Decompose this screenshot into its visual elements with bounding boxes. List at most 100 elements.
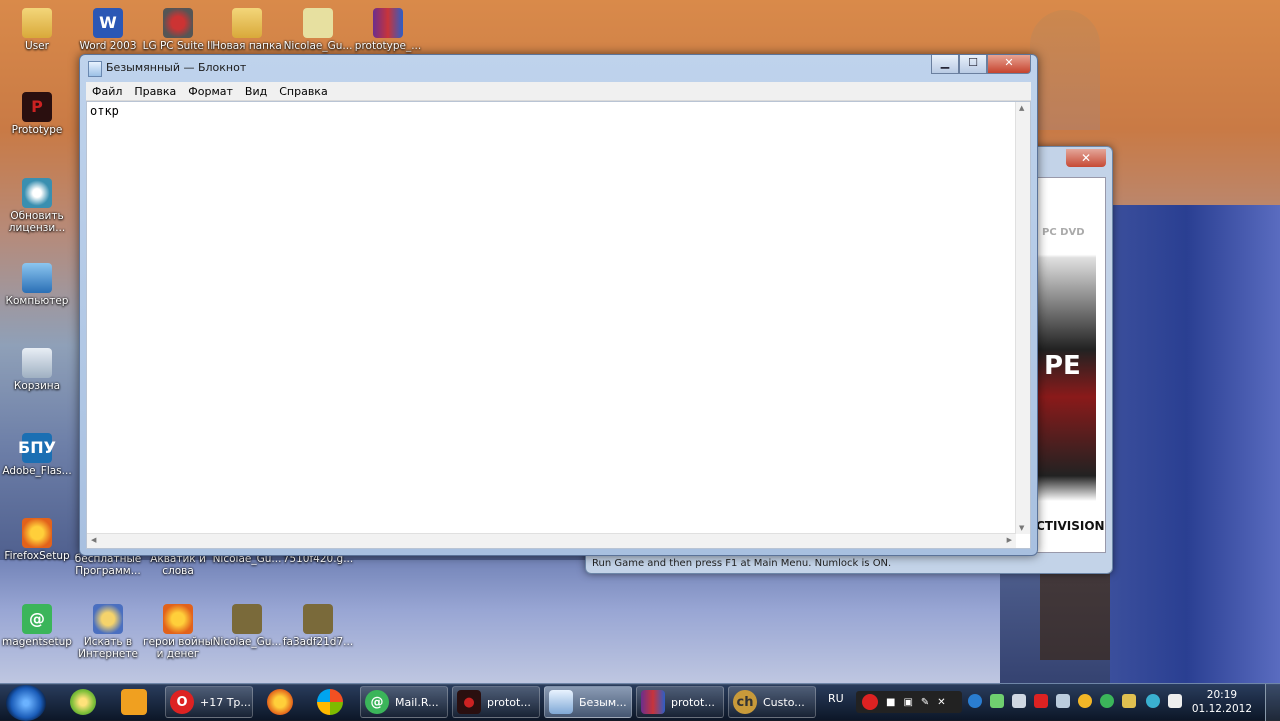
stop-icon[interactable]: ■ <box>886 697 895 708</box>
firefox-setup-icon <box>22 518 52 548</box>
scroll-down-arrow-icon[interactable]: ▼ <box>1019 524 1024 532</box>
recycle-bin-icon <box>22 348 52 378</box>
scroll-left-arrow-icon[interactable]: ◀ <box>91 536 96 544</box>
desktop-icon-update-license[interactable]: Обновить лицензи... <box>1 178 73 234</box>
close-button[interactable]: ✕ <box>1066 149 1106 167</box>
pinned-media-player[interactable] <box>114 687 154 717</box>
desktop-icon-heroes-game[interactable]: герои войны и денег <box>142 604 214 660</box>
prototype-cover-image: PC DVD PE CTIVISION <box>1036 223 1105 539</box>
desktop-icon-prototype[interactable]: P Prototype <box>1 92 73 136</box>
desktop-icon-adobe-flash[interactable]: БПУ Adobe_Flas... <box>1 433 73 477</box>
volume-icon[interactable] <box>1012 694 1026 708</box>
mail-agent-icon: @ <box>22 604 52 634</box>
desktop-icon-nicolae-file[interactable]: Nicolae_Gu... <box>282 8 354 52</box>
window-title: Безымянный — Блокнот <box>106 61 247 74</box>
window-controls: ▁ ☐ ✕ <box>931 55 1031 74</box>
minimize-button[interactable]: ▁ <box>931 55 959 74</box>
desktop-icon-prototype-rar[interactable]: prototype_... <box>352 8 424 52</box>
language-indicator[interactable]: RU <box>828 692 844 705</box>
scroll-up-arrow-icon[interactable]: ▲ <box>1019 104 1024 112</box>
installer-status-text: Run Game and then press F1 at Main Menu.… <box>592 558 892 569</box>
desktop-icon-label: FirefoxSetup <box>4 550 70 562</box>
taskbar-button-label: Mail.R... <box>395 695 439 709</box>
desktop-icon-firefox-setup[interactable]: FirefoxSetup <box>1 518 73 562</box>
close-icon[interactable]: ✕ <box>937 697 945 708</box>
winrar-icon <box>641 690 665 714</box>
desktop-icon-lg-pc-suite[interactable]: LG PC Suite II <box>142 8 214 52</box>
pinned-windows-app[interactable] <box>310 687 350 717</box>
game-file-icon <box>232 604 262 634</box>
network-icon[interactable] <box>1056 694 1070 708</box>
mail-agent-icon: @ <box>365 690 389 714</box>
menu-view[interactable]: Вид <box>239 85 273 98</box>
start-button[interactable] <box>6 685 46 721</box>
notepad-window[interactable]: Безымянный — Блокнот ▁ ☐ ✕ Файл Правка Ф… <box>79 54 1038 556</box>
menu-edit[interactable]: Правка <box>128 85 182 98</box>
tray-shield-icon[interactable] <box>1122 694 1136 708</box>
editor-content: откр <box>90 104 119 118</box>
scroll-right-arrow-icon[interactable]: ▶ <box>1007 536 1012 544</box>
taskbar: O +17 Тр... @ Mail.R... ● protot... Безы… <box>0 683 1280 721</box>
license-update-icon <box>22 178 52 208</box>
desktop-icon-label: герои войны и денег <box>143 636 213 660</box>
desktop-icon-label: Новая папка <box>212 40 282 52</box>
pinned-firefox[interactable] <box>260 687 300 717</box>
horizontal-scrollbar[interactable]: ◀ ▶ <box>87 533 1016 548</box>
taskbar-button-label: +17 Тр... <box>200 695 251 709</box>
maximize-button[interactable]: ☐ <box>959 55 987 74</box>
desktop-icon-free-programs[interactable]: бесплатные Программ... <box>72 553 144 577</box>
desktop-icon-aquatic[interactable]: Акватик и слова <box>142 553 214 577</box>
taskbar-button-label: Custo... <box>763 695 805 709</box>
desktop-icon-nicolae-3[interactable]: Nicolae_Gu... <box>211 604 283 648</box>
text-editor[interactable]: откр ▲ ▼ ◀ ▶ <box>86 101 1031 549</box>
taskbar-button-winrar[interactable]: protot... <box>636 686 724 718</box>
desktop-icon-fa3adf[interactable]: fa3adf21d7... <box>282 604 354 648</box>
desktop-icon-magentsetup[interactable]: @ magentsetup <box>1 604 73 648</box>
game-file-icon <box>303 604 333 634</box>
desktop-icon-label: Акватик и слова <box>150 553 206 577</box>
tray-sync-icon[interactable] <box>1146 694 1160 708</box>
adobe-flash-icon: БПУ <box>18 433 56 463</box>
file-icon <box>303 8 333 38</box>
show-desktop-button[interactable] <box>1265 684 1280 721</box>
poster-publisher: CTIVISION <box>1036 519 1105 533</box>
tray-opera-icon[interactable] <box>1034 694 1048 708</box>
desktop-icon-recycle-bin[interactable]: Корзина <box>1 348 73 392</box>
desktop-icon-label: User <box>25 40 49 52</box>
desktop-icon-label: Prototype <box>11 124 63 136</box>
tray-device-icon[interactable] <box>1168 694 1182 708</box>
taskbar-button-custom[interactable]: ch Custo... <box>728 686 816 718</box>
taskbar-button-opera[interactable]: O +17 Тр... <box>165 686 253 718</box>
desktop-icon-label: Искать в Интернете <box>78 636 138 660</box>
vertical-scrollbar[interactable]: ▲ ▼ <box>1015 102 1030 534</box>
taskbar-button-prototype-game[interactable]: ● protot... <box>452 686 540 718</box>
tray-app-icon[interactable] <box>990 694 1004 708</box>
folder-icon <box>22 8 52 38</box>
desktop-icon-user[interactable]: User <box>1 8 73 52</box>
tray-star-icon[interactable] <box>1078 694 1092 708</box>
desktop-icon-search-internet[interactable]: Искать в Интернете <box>72 604 144 660</box>
recorder-toolbar[interactable]: ■ ▣ ✎ ✕ <box>856 691 962 713</box>
notepad-icon <box>88 61 102 77</box>
close-button[interactable]: ✕ <box>987 55 1031 74</box>
menu-format[interactable]: Формат <box>182 85 239 98</box>
desktop-icon-word[interactable]: W Word 2003 <box>72 8 144 52</box>
tray-download-icon[interactable] <box>968 694 982 708</box>
system-clock[interactable]: 20:19 01.12.2012 <box>1192 688 1252 716</box>
pen-icon[interactable]: ✎ <box>921 697 929 708</box>
desktop-icon-label: prototype_... <box>354 40 422 52</box>
taskbar-button-mail[interactable]: @ Mail.R... <box>360 686 448 718</box>
taskbar-button-notepad[interactable]: Безым... <box>544 686 632 718</box>
record-icon[interactable] <box>862 694 878 710</box>
desktop-icon-label: magentsetup <box>2 636 72 648</box>
word-icon: W <box>93 8 123 38</box>
desktop-icon-new-folder[interactable]: Новая папка <box>211 8 283 52</box>
folder-icon <box>232 8 262 38</box>
menu-file[interactable]: Файл <box>86 85 128 98</box>
pinned-app-1[interactable] <box>63 687 103 717</box>
desktop-icon-computer[interactable]: Компьютер <box>1 263 73 307</box>
camera-icon[interactable]: ▣ <box>903 697 912 708</box>
tray-mail-icon[interactable] <box>1100 694 1114 708</box>
browser-icon <box>163 604 193 634</box>
menu-help[interactable]: Справка <box>273 85 333 98</box>
